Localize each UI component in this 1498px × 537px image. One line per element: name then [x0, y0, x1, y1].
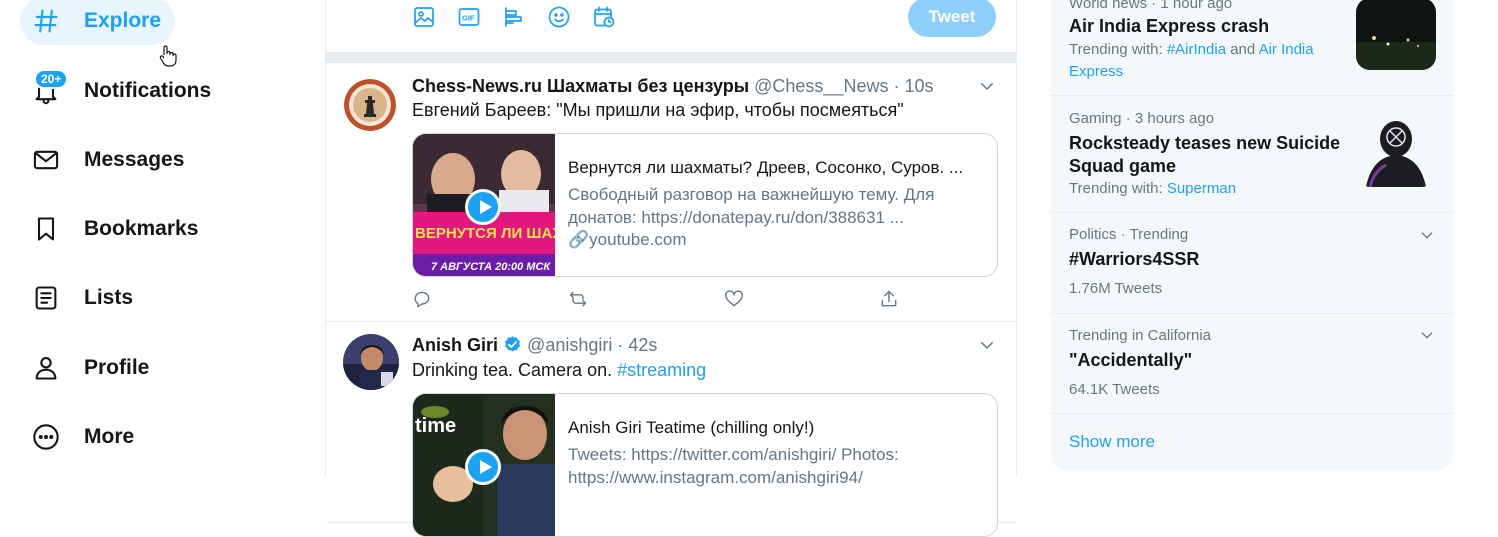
tweet-text: Евгений Бареев: "Мы пришли на эфир, чтоб…: [412, 100, 904, 120]
nav-profile-label: Profile: [84, 356, 150, 379]
retweet-icon[interactable]: [568, 289, 590, 311]
trend-context: Politics · Trending: [1069, 226, 1189, 243]
nav-bookmarks-label: Bookmarks: [84, 217, 199, 240]
trend-thumbnail: [1356, 0, 1436, 70]
trend-sub-and: and: [1226, 41, 1259, 58]
tweet-anish-giri[interactable]: Anish Giri @anishgiri · 42s Drinking tea…: [326, 322, 1016, 537]
chevron-down-icon[interactable]: [978, 77, 998, 97]
chevron-down-icon[interactable]: [978, 336, 998, 356]
compose-toolbar: GIF Tweet: [326, 0, 1016, 52]
hashtag-link[interactable]: #streaming: [617, 360, 706, 380]
timeline: GIF Tweet Chess-News.ru Шахматы без ценз…: [325, 0, 1017, 537]
bookmark-icon: [30, 213, 62, 245]
nav-explore[interactable]: Explore: [20, 0, 176, 45]
trend-context: Gaming · 3 hours ago: [1069, 110, 1215, 127]
tweet-author-name[interactable]: Anish Giri: [412, 335, 498, 355]
nav-notifications-label: Notifications: [84, 79, 212, 102]
card-title: Вернутся ли шахматы? Дреев, Сосонко, Сур…: [568, 158, 964, 177]
svg-text:GIF: GIF: [462, 14, 475, 23]
person-icon: [30, 352, 62, 384]
card-link: 🔗youtube.com: [568, 230, 687, 250]
schedule-icon[interactable]: [592, 5, 618, 31]
more-circle-icon: [30, 421, 62, 453]
trend-title: Air India Express crash: [1069, 16, 1270, 36]
nav-profile[interactable]: Profile: [20, 344, 163, 392]
tweet-header: Chess-News.ru Шахматы без цензуры @Chess…: [412, 76, 934, 96]
tweet-time[interactable]: 10s: [904, 76, 933, 96]
trend-item[interactable]: World news · 1 hour ago Air India Expres…: [1051, 0, 1453, 96]
link-card[interactable]: ВЕРНУТСЯ ЛИ ШАХМАТЫ? 7 АВГУСТА 20:00 МСК…: [412, 133, 998, 277]
tweet-author-name[interactable]: Chess-News.ru Шахматы без цензуры: [412, 76, 749, 96]
tweet-header: Anish Giri @anishgiri · 42s: [412, 335, 658, 355]
hand-cursor-icon: [158, 44, 178, 68]
chevron-down-icon[interactable]: [1419, 227, 1437, 245]
trend-title: Rocksteady teases new Suicide Squad game: [1069, 133, 1341, 176]
nav-messages[interactable]: Messages: [20, 136, 198, 184]
trend-link[interactable]: #AirIndia: [1167, 41, 1226, 58]
tweet-author-handle[interactable]: @Chess__News: [754, 76, 888, 96]
trend-item[interactable]: Politics · Trending #Warriors4SSR 1.76M …: [1051, 213, 1453, 314]
poll-icon[interactable]: [502, 5, 528, 31]
heart-icon[interactable]: [724, 289, 746, 311]
nav-more-label: More: [84, 425, 135, 448]
trend-subtitle: Trending with: #AirIndia and Air India E…: [1069, 39, 1339, 83]
trend-link[interactable]: Superman: [1167, 180, 1236, 197]
thumbnail-date: 7 АВГУСТА 20:00 МСК: [431, 261, 551, 273]
nav-more[interactable]: More: [20, 413, 148, 461]
compose-separator: [326, 52, 1016, 63]
thumbnail-caption: ВЕРНУТСЯ ЛИ ШАХМАТЫ?: [415, 225, 555, 242]
nav-lists-label: Lists: [84, 286, 134, 309]
card-title: Anish Giri Teatime (chilling only!): [568, 418, 815, 437]
trend-item[interactable]: Trending in California "Accidentally" 64…: [1051, 314, 1453, 414]
hashtag-icon: [30, 5, 62, 37]
link-icon: 🔗: [568, 230, 590, 249]
bell-icon: 20+: [30, 69, 69, 107]
play-icon[interactable]: [465, 449, 501, 485]
nav-explore-label: Explore: [84, 9, 162, 32]
emoji-icon[interactable]: [547, 5, 573, 31]
list-icon: [30, 282, 62, 314]
nav-bookmarks[interactable]: Bookmarks: [20, 205, 212, 253]
image-icon[interactable]: [412, 5, 438, 31]
tweet-chess-news[interactable]: Chess-News.ru Шахматы без цензуры @Chess…: [326, 63, 1016, 322]
avatar[interactable]: [343, 334, 399, 390]
trend-title: "Accidentally": [1069, 350, 1193, 370]
gif-icon[interactable]: GIF: [457, 5, 483, 31]
trend-title: #Warriors4SSR: [1069, 249, 1200, 269]
card-link-domain: youtube.com: [589, 230, 687, 249]
tweet-author-handle[interactable]: @anishgiri: [527, 335, 612, 355]
trend-tweet-count: 1.76M Tweets: [1069, 280, 1163, 297]
trend-sub-prefix: Trending with:: [1069, 41, 1167, 58]
notifications-badge: 20+: [34, 69, 69, 89]
verified-badge-icon: [503, 335, 527, 355]
card-description: Tweets: https://twitter.com/anishgiri/ P…: [568, 445, 899, 487]
trend-item[interactable]: Gaming · 3 hours ago Rocksteady teases n…: [1051, 96, 1453, 213]
thumbnail-caption: time: [415, 415, 456, 437]
nav-notifications[interactable]: 20+ Notifications: [20, 67, 225, 115]
share-icon[interactable]: [879, 289, 901, 311]
play-icon[interactable]: [465, 189, 501, 225]
envelope-icon: [30, 144, 62, 176]
tweet-button[interactable]: Tweet: [908, 0, 996, 37]
link-card[interactable]: time Anish Giri Teatime (chilling only!)…: [412, 393, 998, 537]
tweet-text: Drinking tea. Camera on. #streaming: [412, 360, 706, 381]
nav-messages-label: Messages: [84, 148, 185, 171]
video-thumbnail[interactable]: time: [413, 394, 555, 536]
avatar[interactable]: [344, 79, 396, 131]
nav-lists[interactable]: Lists: [20, 274, 147, 322]
trend-context: World news · 1 hour ago: [1069, 0, 1233, 12]
video-thumbnail[interactable]: ВЕРНУТСЯ ЛИ ШАХМАТЫ? 7 АВГУСТА 20:00 МСК: [413, 134, 555, 276]
tweet-time[interactable]: 42s: [628, 335, 657, 355]
tweet-text-body: Drinking tea. Camera on.: [412, 360, 613, 380]
trend-sub-prefix: Trending with:: [1069, 180, 1167, 197]
chevron-down-icon[interactable]: [1419, 327, 1437, 345]
card-description: Свободный разговор на важнейшую тему. Дл…: [568, 185, 935, 227]
show-more-link[interactable]: Show more: [1069, 432, 1155, 452]
trend-context: Trending in California: [1069, 327, 1212, 344]
trend-thumbnail: [1356, 115, 1436, 187]
trend-tweet-count: 64.1K Tweets: [1069, 381, 1160, 398]
trend-subtitle: Trending with: Superman: [1069, 178, 1339, 200]
reply-icon[interactable]: [412, 289, 434, 311]
